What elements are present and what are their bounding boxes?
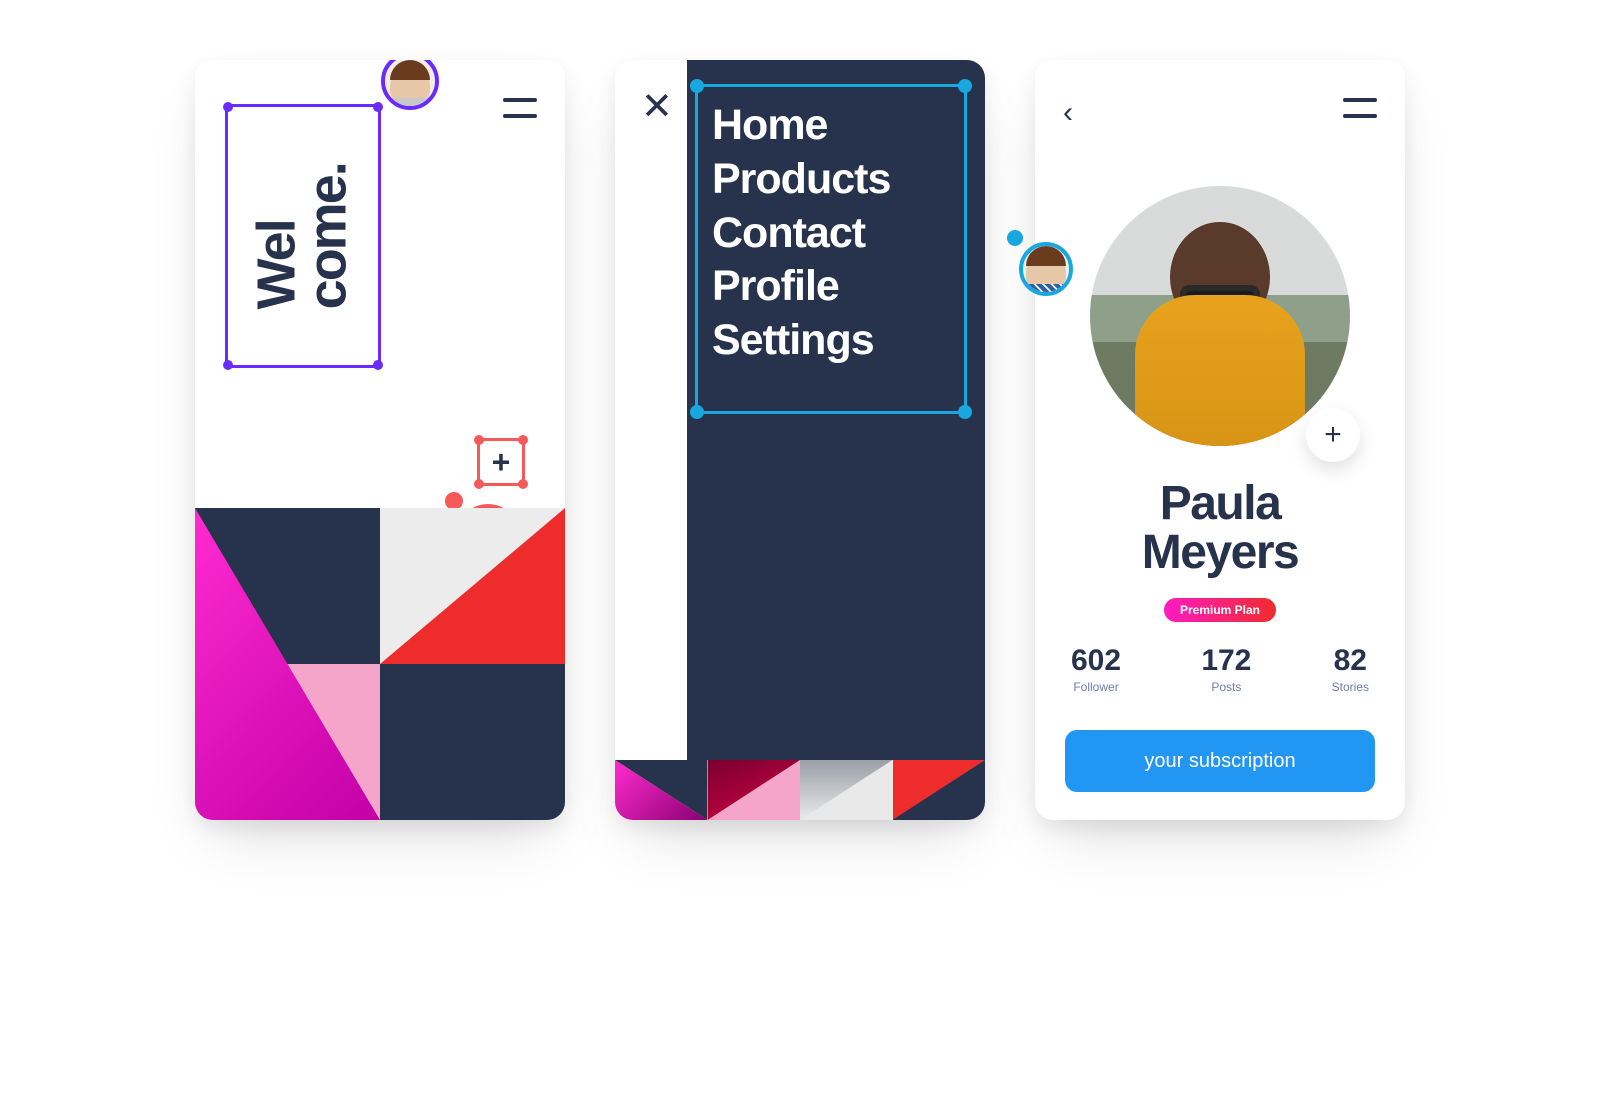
close-icon[interactable]: ✕ (641, 88, 673, 126)
selection-handle[interactable] (223, 360, 233, 370)
menu-item-products[interactable]: Products (712, 153, 950, 207)
stat-stories[interactable]: 82 Stories (1332, 644, 1369, 694)
selection-handle[interactable] (958, 405, 972, 419)
menu-selection-frame[interactable]: Home Products Contact Profile Settings (695, 84, 967, 414)
hamburger-menu-icon[interactable] (1343, 98, 1377, 118)
selection-handle[interactable] (518, 435, 528, 445)
plus-icon: + (1324, 418, 1342, 452)
collaborator-avatar (381, 60, 439, 110)
stat-follower[interactable]: 602 Follower (1071, 644, 1121, 694)
selection-handle[interactable] (474, 479, 484, 489)
selection-handle[interactable] (474, 435, 484, 445)
camera-icon (1180, 285, 1260, 339)
screen-menu: ✕ Home Products Contact Profile Settings (615, 60, 985, 820)
selection-handle[interactable] (223, 102, 233, 112)
menu-item-profile[interactable]: Profile (712, 260, 950, 314)
welcome-text-selection-frame[interactable]: Wel come. (225, 104, 381, 368)
plus-icon: + (492, 444, 511, 481)
collaborator-cursor-purple (371, 60, 433, 104)
menu-item-home[interactable]: Home (712, 99, 950, 153)
stat-posts[interactable]: 172 Posts (1201, 644, 1251, 694)
back-chevron-icon[interactable]: ‹ (1063, 96, 1073, 130)
selection-handle[interactable] (373, 360, 383, 370)
hamburger-menu-icon[interactable] (503, 98, 537, 118)
add-photo-button[interactable]: + (1306, 408, 1360, 462)
profile-photo (1090, 186, 1350, 446)
menu-item-settings[interactable]: Settings (712, 314, 950, 368)
screen-welcome: Wel come. + (195, 60, 565, 820)
collaborator-avatar (1019, 242, 1073, 296)
welcome-heading: Wel come. (252, 163, 355, 309)
selection-handle[interactable] (690, 79, 704, 93)
cursor-dot-icon (1007, 230, 1023, 246)
add-element-selection-frame[interactable]: + (477, 438, 525, 486)
geometric-art-footer (615, 760, 985, 820)
screen-profile: ‹ + PaulaMeyers Premium Plan 602 Followe… (1035, 60, 1405, 820)
selection-handle[interactable] (518, 479, 528, 489)
profile-stats: 602 Follower 172 Posts 82 Stories (1071, 644, 1369, 694)
plan-badge: Premium Plan (1164, 598, 1276, 622)
selection-handle[interactable] (958, 79, 972, 93)
selection-handle[interactable] (690, 405, 704, 419)
subscription-button[interactable]: your subscription (1065, 730, 1375, 792)
profile-name: PaulaMeyers (1035, 480, 1405, 578)
menu-item-contact[interactable]: Contact (712, 207, 950, 261)
geometric-art (195, 508, 565, 820)
collaborator-cursor-cyan (1007, 230, 1077, 300)
